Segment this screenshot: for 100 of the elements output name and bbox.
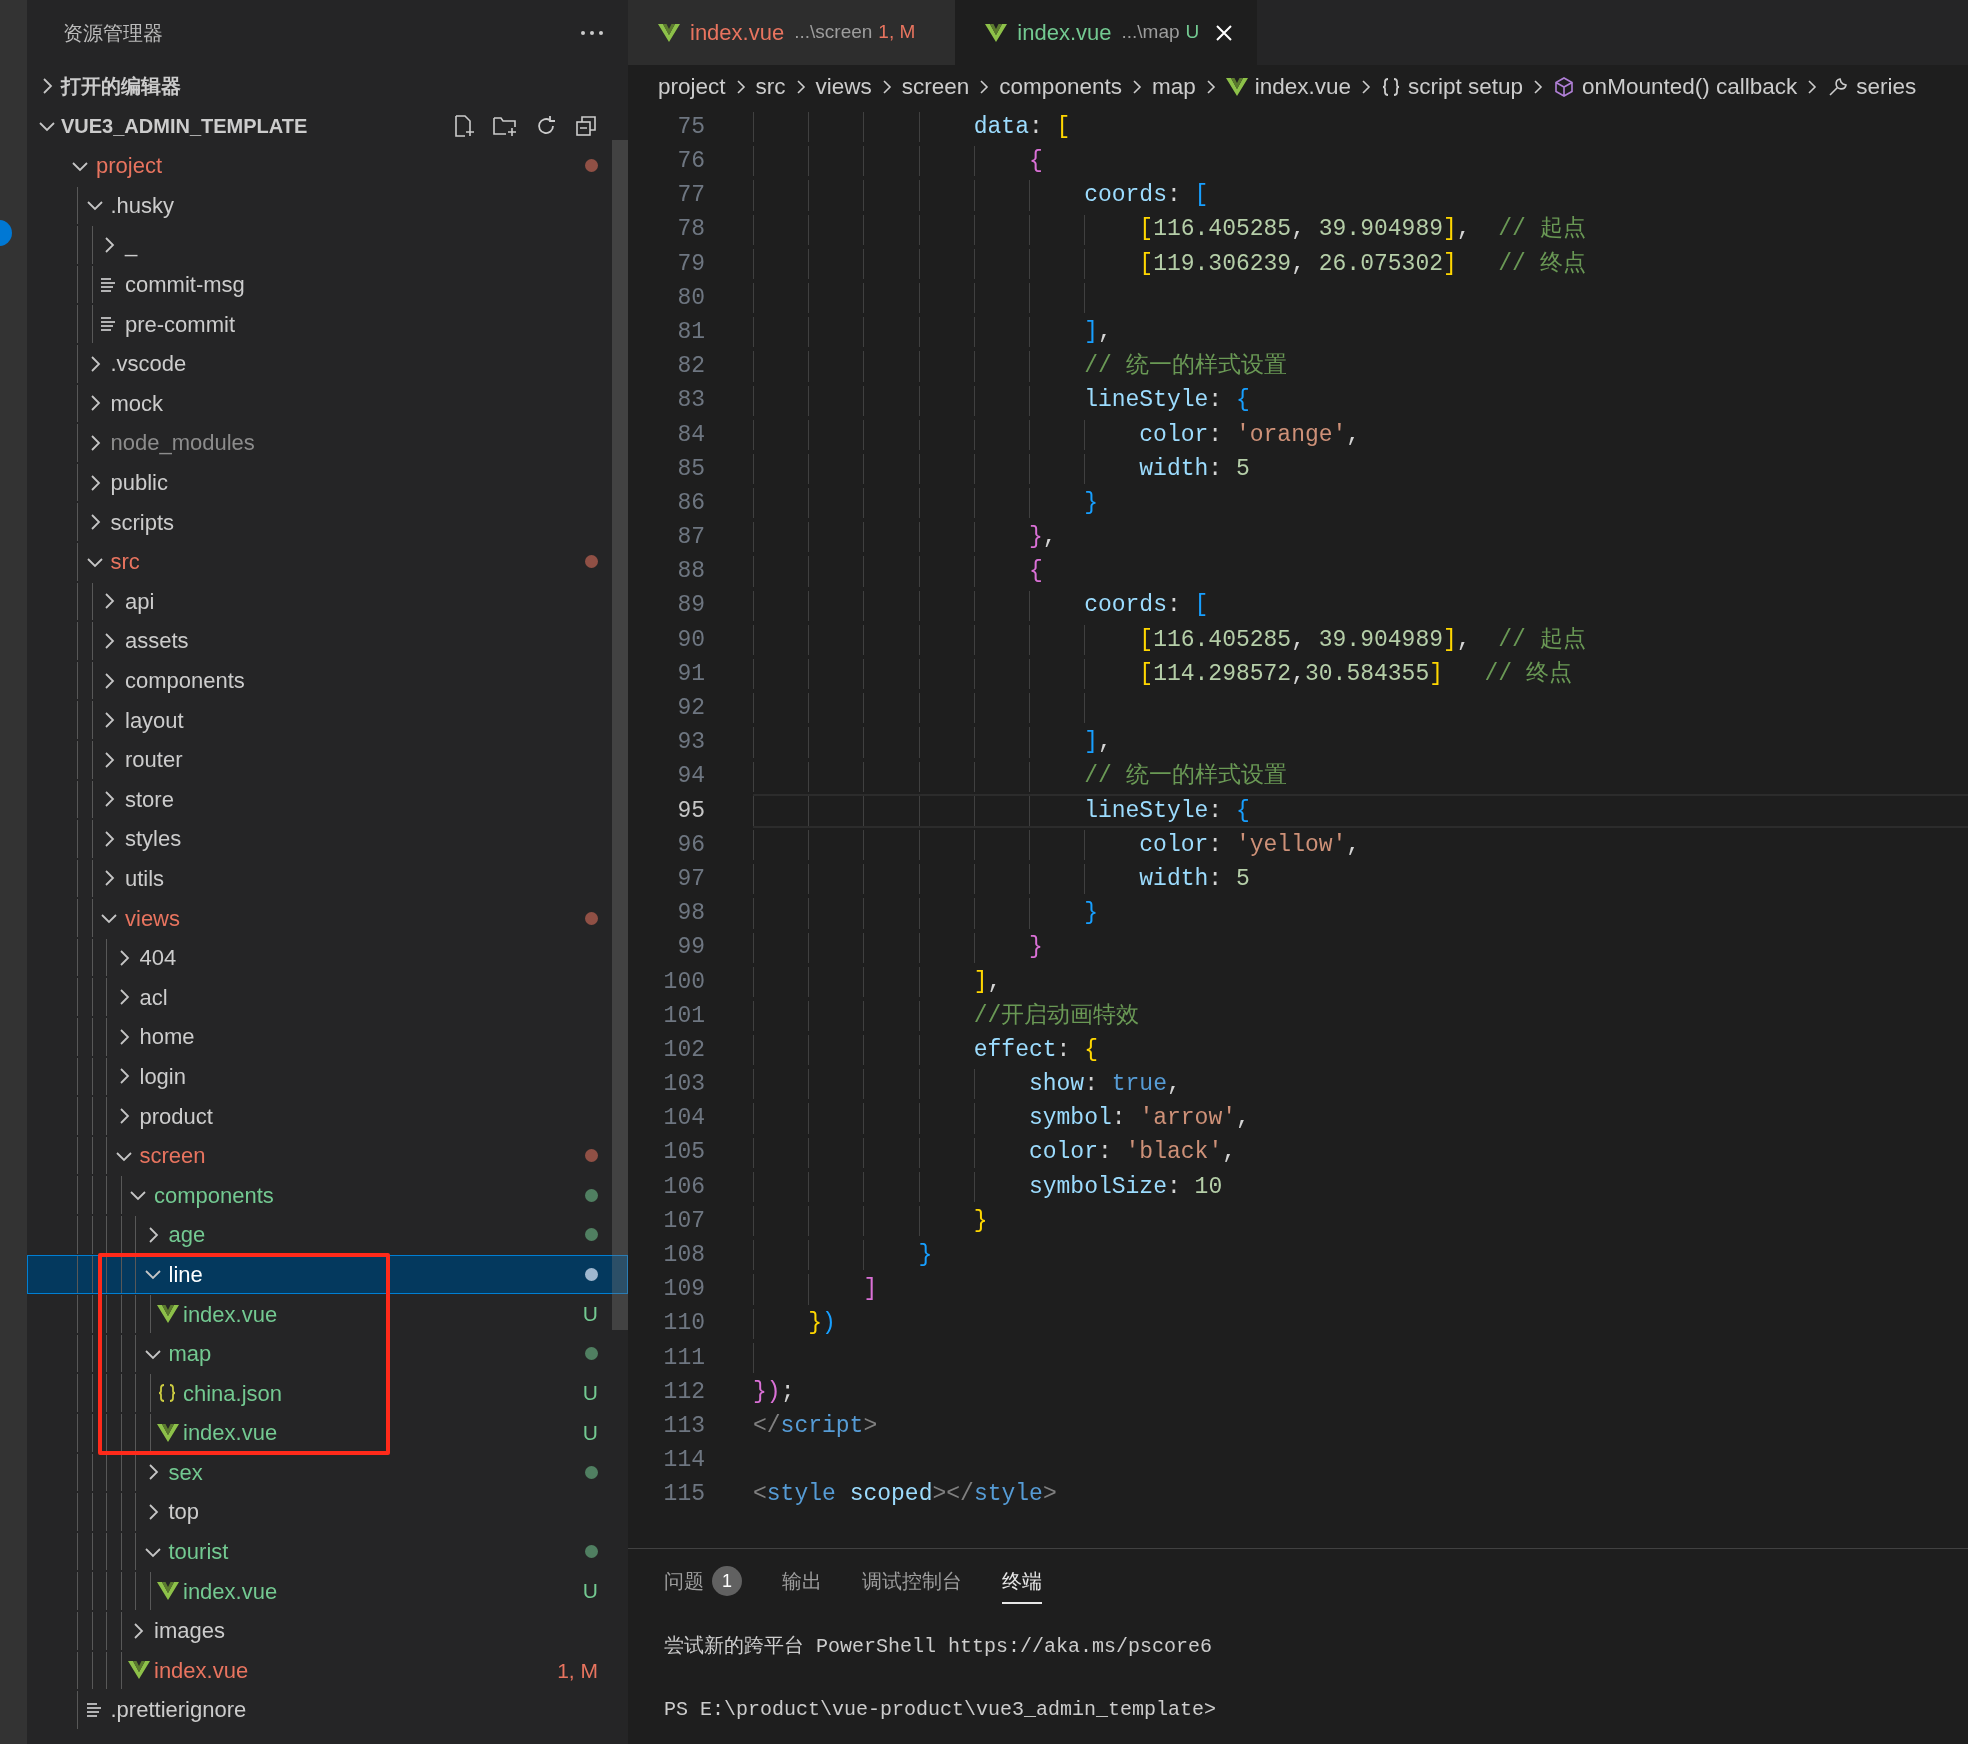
- line-number: 78: [676, 215, 705, 245]
- line-number: 112: [662, 1377, 705, 1407]
- git-status-label: 1, M: [557, 1657, 598, 1684]
- git-status-label: U: [1185, 20, 1200, 45]
- line-number: 86: [676, 488, 705, 518]
- tree-item[interactable]: components: [27, 660, 628, 701]
- editor-tab[interactable]: index.vue ...\screen 1, M: [628, 0, 956, 65]
- tree-item[interactable]: router: [27, 739, 628, 780]
- breadcrumb-item[interactable]: project: [658, 69, 726, 104]
- breadcrumb-item[interactable]: script setup: [1381, 69, 1524, 104]
- section-header[interactable]: VUE3_ADMIN_TEMPLATE: [27, 106, 628, 146]
- breadcrumb-item[interactable]: views: [815, 69, 872, 104]
- tree-item[interactable]: top: [27, 1492, 628, 1532]
- tree-item[interactable]: line: [27, 1254, 628, 1295]
- tree-item[interactable]: .vscode: [27, 343, 628, 384]
- tree-item[interactable]: acl: [27, 977, 628, 1018]
- tree-item[interactable]: screen: [27, 1135, 628, 1176]
- tree-item[interactable]: product: [27, 1096, 628, 1136]
- chevron-right-icon: [1204, 77, 1217, 96]
- tree-item[interactable]: store: [27, 779, 628, 820]
- breadcrumb-item[interactable]: index.vue: [1225, 69, 1352, 104]
- tree-item[interactable]: sex: [27, 1452, 628, 1493]
- chevron-right-icon: [978, 77, 991, 96]
- tree-item[interactable]: _: [27, 225, 628, 265]
- tree-item[interactable]: login: [27, 1056, 628, 1097]
- code-line: }: [1084, 899, 1098, 929]
- code-line: data: [: [973, 112, 1071, 142]
- panel-tab[interactable]: 调试控制台: [862, 1560, 962, 1604]
- line-number: 84: [676, 420, 705, 450]
- code-line: lineStyle: {: [1084, 796, 1250, 826]
- editor-tab[interactable]: index.vue ...\map U: [955, 0, 1258, 65]
- panel-tab[interactable]: 输出: [782, 1560, 822, 1604]
- tree-item[interactable]: index.vue 1, M: [27, 1650, 628, 1691]
- new-file-icon[interactable]: [452, 114, 476, 138]
- line-number: 77: [676, 181, 705, 211]
- tree-item[interactable]: age: [27, 1215, 628, 1255]
- line-number: 113: [662, 1411, 705, 1441]
- collapse-all-icon[interactable]: [574, 114, 598, 138]
- breadcrumb-item[interactable]: series: [1827, 69, 1917, 104]
- vue-logo-icon: [1225, 76, 1248, 97]
- tree-item[interactable]: 404: [27, 937, 628, 978]
- code-line: [114.298572,30.584355] // 终点: [1139, 659, 1572, 689]
- git-status-label: U: [582, 1380, 598, 1407]
- tree-item[interactable]: assets: [27, 621, 628, 661]
- tree-item[interactable]: index.vue U: [27, 1413, 628, 1453]
- line-number: 105: [662, 1138, 705, 1168]
- tree-item[interactable]: utils: [27, 858, 628, 899]
- panel-tab[interactable]: 终端: [1002, 1560, 1042, 1604]
- code-line: {: [1028, 557, 1043, 587]
- section-header[interactable]: 打开的编辑器: [27, 66, 628, 106]
- tree-item[interactable]: scripts: [27, 502, 628, 542]
- line-number: 76: [676, 147, 705, 177]
- code-line: coords: [: [1084, 591, 1209, 621]
- breadcrumb-item[interactable]: onMounted() callback: [1553, 69, 1798, 104]
- chevron-right-icon: [1806, 77, 1819, 96]
- code-line: lineStyle: {: [1084, 386, 1250, 416]
- tree-item[interactable]: tourist: [27, 1531, 628, 1572]
- tree-item[interactable]: styles: [27, 819, 628, 859]
- vue-logo-icon: [985, 22, 1008, 43]
- tree-item[interactable]: project: [27, 146, 628, 186]
- vue-logo-icon: [658, 22, 680, 43]
- tree-item[interactable]: .prettierignore: [27, 1690, 628, 1730]
- line-number: 95: [676, 796, 705, 826]
- tree-item[interactable]: public: [27, 462, 628, 503]
- line-number: 93: [676, 728, 705, 758]
- breadcrumb-item[interactable]: screen: [901, 69, 970, 104]
- tree-item[interactable]: commit-msg: [27, 264, 628, 305]
- tree-item[interactable]: index.vue U: [27, 1571, 628, 1611]
- tree-item[interactable]: china.json U: [27, 1373, 628, 1413]
- line-number: 106: [662, 1172, 705, 1202]
- code-line: {: [1028, 147, 1043, 177]
- more-icon[interactable]: [580, 29, 604, 37]
- tree-item[interactable]: map: [27, 1333, 628, 1374]
- vue-logo-icon: [157, 1304, 179, 1324]
- tree-item[interactable]: pre-commit: [27, 304, 628, 344]
- scrollbar-thumb[interactable]: [612, 140, 628, 1330]
- tree-item[interactable]: components: [27, 1175, 628, 1216]
- tree-item[interactable]: views: [27, 898, 628, 938]
- code-line: }: [973, 1206, 988, 1236]
- tree-item[interactable]: mock: [27, 383, 628, 424]
- code-line: [116.405285, 39.904989], // 起点: [1139, 215, 1586, 245]
- tree-item[interactable]: src: [27, 541, 628, 582]
- line-number: 90: [676, 625, 705, 655]
- tree-item[interactable]: index.vue U: [27, 1294, 628, 1334]
- breadcrumb-item[interactable]: components: [999, 69, 1122, 104]
- git-status-label: U: [582, 1420, 598, 1447]
- tree-item[interactable]: home: [27, 1017, 628, 1057]
- tree-item[interactable]: layout: [27, 700, 628, 740]
- code-line: }: [1084, 488, 1098, 518]
- vue-logo-icon: [128, 1660, 150, 1681]
- tree-item[interactable]: node_modules: [27, 423, 628, 463]
- tree-item[interactable]: api: [27, 581, 628, 622]
- panel-tab[interactable]: 问题 1: [664, 1560, 742, 1604]
- breadcrumb-item[interactable]: src: [755, 69, 786, 104]
- breadcrumb-item[interactable]: map: [1151, 69, 1196, 104]
- new-folder-icon[interactable]: [492, 114, 518, 138]
- line-number: 79: [676, 249, 705, 279]
- tree-item[interactable]: images: [27, 1610, 628, 1651]
- close-icon[interactable]: [1215, 23, 1234, 42]
- tree-item[interactable]: .husky: [27, 185, 628, 226]
